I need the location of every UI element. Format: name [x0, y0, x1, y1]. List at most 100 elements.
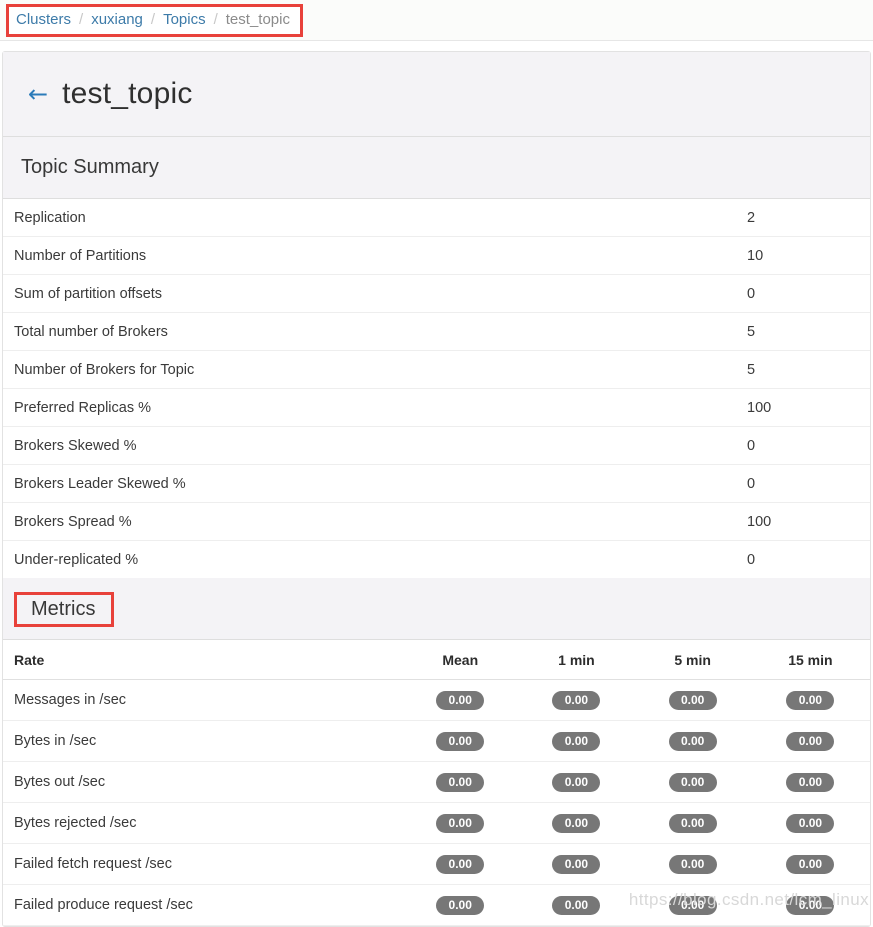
- summary-value: 100: [736, 502, 870, 541]
- metric-label: Failed produce request /sec: [3, 884, 403, 926]
- summary-label: Brokers Skewed %: [3, 426, 736, 465]
- status-badge: 0.00: [552, 690, 601, 710]
- status-badge: 0.00: [436, 895, 485, 915]
- metric-cell-15min: 0.00: [750, 802, 870, 844]
- table-row: Messages in /sec 0.00 0.00 0.00 0.00: [3, 679, 870, 721]
- metric-cell-15min: 0.00: [750, 761, 870, 803]
- topic-summary-body: Replication 2 Number of Partitions 10 Su…: [3, 199, 870, 578]
- metric-cell-5min: 0.00: [634, 679, 751, 721]
- status-badge: 0.00: [668, 813, 717, 833]
- table-row: Bytes rejected /sec 0.00 0.00 0.00 0.00: [3, 802, 870, 844]
- metric-cell-mean: 0.00: [402, 720, 519, 762]
- metric-cell-5min: 0.00: [634, 761, 751, 803]
- summary-value: 0: [747, 551, 756, 568]
- metric-cell-1min: 0.00: [518, 843, 635, 885]
- metric-cell-1min: 0.00: [518, 761, 635, 803]
- breadcrumb-bar: Clusters / xuxiang / Topics / test_topic: [0, 0, 873, 41]
- metric-label: Bytes out /sec: [3, 761, 403, 803]
- topic-panel: ← test_topic Topic Summary Replication 2…: [2, 51, 871, 927]
- breadcrumb-item-clusters[interactable]: Clusters: [16, 11, 71, 28]
- metrics-annotation-box: Metrics: [14, 592, 115, 627]
- table-row: Number of Partitions 10: [3, 236, 870, 275]
- metric-cell-5min: 0.00: [634, 720, 751, 762]
- breadcrumb-item-xuxiang[interactable]: xuxiang: [91, 11, 143, 28]
- summary-value: 100: [736, 388, 870, 427]
- summary-value: 2: [736, 199, 870, 237]
- status-badge: 0.00: [552, 731, 601, 751]
- summary-label: Number of Brokers for Topic: [3, 350, 736, 389]
- page-title: test_topic: [62, 77, 193, 110]
- metric-cell-1min: 0.00: [518, 720, 635, 762]
- summary-label: Preferred Replicas %: [3, 388, 736, 427]
- metrics-table: Rate Mean 1 min 5 min 15 min Messages in…: [3, 640, 870, 926]
- breadcrumb-separator: /: [213, 11, 218, 28]
- metric-label: Failed fetch request /sec: [3, 843, 403, 885]
- table-row: Under-replicated % 0: [3, 541, 870, 579]
- table-row: Brokers Leader Skewed % 0: [3, 464, 870, 503]
- status-badge: 0.00: [786, 854, 835, 874]
- page-content: ← test_topic Topic Summary Replication 2…: [0, 41, 873, 927]
- metric-cell-mean: 0.00: [402, 802, 519, 844]
- breadcrumb-separator: /: [79, 11, 84, 28]
- status-badge: 0.00: [786, 813, 835, 833]
- column-header-rate: Rate: [3, 640, 403, 680]
- status-badge: 0.00: [668, 690, 717, 710]
- status-badge: 0.00: [552, 772, 601, 792]
- status-badge: 0.00: [552, 854, 601, 874]
- column-header-mean: Mean: [402, 640, 519, 680]
- table-row: Failed produce request /sec 0.00 0.00 0.…: [3, 884, 870, 926]
- topic-summary-table: Replication 2 Number of Partitions 10 Su…: [3, 199, 870, 578]
- metric-cell-5min: 0.00: [634, 843, 751, 885]
- table-row: Brokers Skewed % 0: [3, 426, 870, 465]
- metric-cell-15min: 0.00: [750, 720, 870, 762]
- table-header-row: Rate Mean 1 min 5 min 15 min: [3, 640, 870, 680]
- status-badge: 0.00: [668, 854, 717, 874]
- metric-cell-mean: 0.00: [402, 884, 519, 926]
- summary-value: 5: [736, 312, 870, 351]
- summary-label: Total number of Brokers: [3, 312, 736, 351]
- metric-cell-15min: 0.00: [750, 884, 870, 926]
- table-row: Total number of Brokers 5: [3, 312, 870, 351]
- topic-summary-header: Topic Summary: [3, 137, 870, 199]
- table-row: Brokers Spread % 100: [3, 502, 870, 541]
- table-row: Number of Brokers for Topic 5: [3, 350, 870, 389]
- topic-summary-heading: Topic Summary: [21, 156, 159, 178]
- metric-cell-mean: 0.00: [402, 679, 519, 721]
- metric-cell-mean: 0.00: [402, 843, 519, 885]
- table-row: Replication 2: [3, 199, 870, 237]
- metric-cell-1min: 0.00: [518, 884, 635, 926]
- summary-label: Sum of partition offsets: [3, 274, 736, 313]
- breadcrumb-item-current: test_topic: [225, 11, 290, 28]
- metric-cell-5min: 0.00: [634, 802, 751, 844]
- breadcrumb: Clusters / xuxiang / Topics / test_topic: [16, 11, 290, 28]
- metric-label: Bytes rejected /sec: [3, 802, 403, 844]
- status-badge: 0.00: [552, 813, 601, 833]
- summary-label: Under-replicated %: [14, 551, 139, 568]
- metrics-heading: Metrics: [31, 598, 96, 620]
- status-badge: 0.00: [436, 813, 485, 833]
- status-badge: 0.00: [786, 731, 835, 751]
- column-header-15min: 15 min: [750, 640, 870, 680]
- metric-cell-5min: 0.00: [634, 884, 751, 926]
- breadcrumb-item-topics[interactable]: Topics: [163, 11, 206, 28]
- metric-cell-1min: 0.00: [518, 679, 635, 721]
- summary-value: 10: [736, 236, 870, 275]
- topic-header: ← test_topic: [3, 52, 870, 137]
- column-header-1min: 1 min: [518, 640, 635, 680]
- table-row: Bytes in /sec 0.00 0.00 0.00 0.00: [3, 720, 870, 762]
- status-badge: 0.00: [786, 772, 835, 792]
- status-badge: 0.00: [786, 895, 835, 915]
- table-row: Bytes out /sec 0.00 0.00 0.00 0.00: [3, 761, 870, 803]
- status-badge: 0.00: [668, 772, 717, 792]
- metric-cell-1min: 0.00: [518, 802, 635, 844]
- metric-cell-15min: 0.00: [750, 843, 870, 885]
- summary-value: 0: [736, 426, 870, 465]
- column-header-5min: 5 min: [634, 640, 751, 680]
- status-badge: 0.00: [668, 895, 717, 915]
- status-badge: 0.00: [552, 895, 601, 915]
- table-row: Sum of partition offsets 0: [3, 274, 870, 313]
- status-badge: 0.00: [436, 772, 485, 792]
- summary-label: Replication: [3, 199, 736, 237]
- metrics-header: Metrics: [3, 578, 870, 640]
- back-arrow-icon[interactable]: ←: [28, 82, 48, 106]
